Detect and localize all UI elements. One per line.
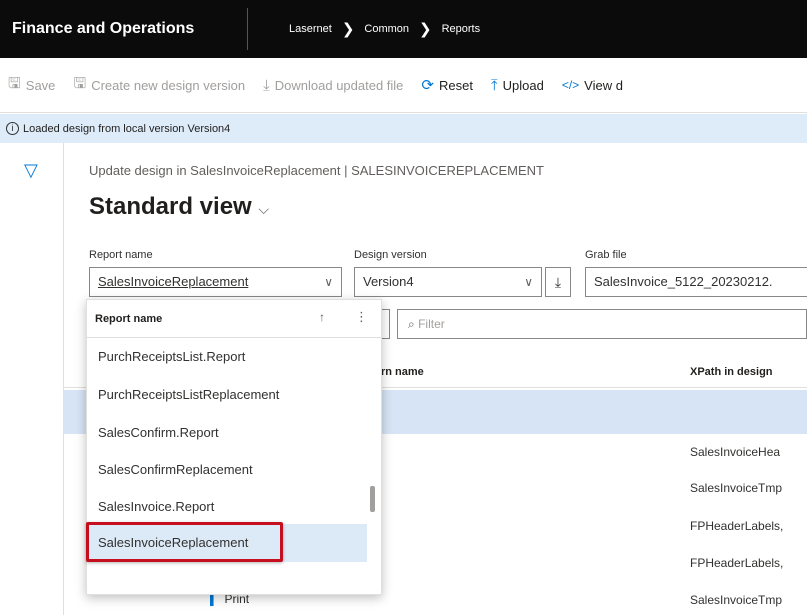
dropdown-option[interactable]: PurchReceiptsList.Report	[87, 338, 367, 376]
column-header-name[interactable]: rn name	[381, 366, 424, 378]
save-icon: 🖫	[73, 74, 87, 92]
download-version-button[interactable]: ⤓	[545, 267, 571, 297]
flag-icon: ▌	[210, 595, 218, 606]
report-name-label: Report name	[89, 249, 153, 261]
dropdown-option[interactable]: PurchReceiptsListReplacement	[87, 376, 367, 414]
design-version-label: Design version	[354, 249, 427, 261]
save-label: Save	[25, 77, 56, 93]
dropdown-scrollbar[interactable]	[370, 486, 375, 512]
page-caption: Update design in SalesInvoiceReplacement…	[89, 163, 544, 178]
view-label: View d	[584, 77, 623, 93]
more-options-icon[interactable]: ⋮	[355, 309, 368, 325]
refresh-icon: ⟳	[421, 77, 434, 94]
design-version-value: Version4	[363, 274, 414, 289]
dropdown-option[interactable]: SalesConfirmReplacement	[87, 451, 367, 489]
xpath-cell: SalesInvoiceHea	[690, 445, 781, 459]
grab-file-combobox[interactable]: SalesInvoice_5122_20230212.	[585, 267, 807, 297]
chevron-down-icon[interactable]: ∨	[524, 268, 533, 296]
download-icon: ⤓	[554, 274, 562, 290]
breadcrumb-common[interactable]: Common	[364, 23, 409, 35]
view-title: Standard view	[89, 193, 252, 220]
dropdown-column-header[interactable]: Report name	[95, 313, 162, 325]
dropdown-header: Report name ↑ ⋮	[87, 300, 381, 338]
download-icon: ⤓	[263, 76, 270, 94]
grab-file-value: SalesInvoice_5122_20230212.	[594, 274, 773, 289]
design-version-combobox[interactable]: Version4 ∨	[354, 267, 542, 297]
download-updated-file-label: Download updated file	[274, 77, 404, 93]
info-icon: i	[6, 122, 19, 135]
chevron-right-icon: ❯	[419, 21, 432, 38]
reset-label: Reset	[439, 77, 473, 93]
xpath-cell: FPHeaderLabels,	[690, 519, 784, 533]
search-icon: ⌕	[408, 317, 415, 331]
dropdown-option[interactable]: SalesInvoice.Report	[87, 488, 367, 526]
dropdown-option[interactable]: SalesConfirm.Report	[87, 414, 367, 452]
xpath-cell: SalesInvoiceTmp	[690, 593, 783, 607]
reset-button[interactable]: ⟳ Reset	[421, 76, 473, 94]
top-bar-divider	[247, 8, 248, 50]
highlight-box	[86, 522, 283, 562]
save-icon: 🖫	[8, 74, 21, 92]
top-bar: Finance and Operations Lasernet ❯ Common…	[0, 0, 807, 58]
create-design-version-button[interactable]: 🖫 Create new design version	[73, 73, 245, 98]
download-updated-file-button[interactable]: ⤓ Download updated file	[263, 77, 403, 94]
message-text: Loaded design from local version Version…	[23, 122, 231, 135]
save-button[interactable]: 🖫 Save	[8, 73, 55, 98]
upload-icon: ⤒	[490, 76, 498, 94]
report-name-combobox[interactable]: SalesInvoiceReplacement ∨	[89, 267, 342, 297]
chevron-down-icon: ⌵	[258, 201, 270, 217]
xpath-cell: FPHeaderLabels,	[690, 556, 784, 570]
grid-filter-input[interactable]: ⌕ Filter	[397, 309, 807, 339]
sort-ascending-icon[interactable]: ↑	[319, 310, 325, 324]
grab-file-label: Grab file	[585, 249, 627, 261]
column-header-xpath[interactable]: XPath in design	[690, 366, 773, 378]
chevron-right-icon: ❯	[341, 21, 355, 38]
view-selector[interactable]: Standard view ⌵	[89, 193, 269, 221]
upload-label: Upload	[502, 77, 544, 93]
chevron-down-icon[interactable]: ∨	[324, 268, 333, 296]
filter-icon[interactable]: ▽	[24, 161, 42, 179]
grid-filter-placeholder: Filter	[418, 317, 445, 331]
upload-button[interactable]: ⤒ Upload	[491, 77, 544, 94]
report-name-value: SalesInvoiceReplacement	[98, 274, 249, 289]
view-button[interactable]: </> View d	[562, 78, 623, 93]
message-bar: i Loaded design from local version Versi…	[0, 114, 807, 143]
create-design-version-label: Create new design version	[91, 77, 246, 93]
code-icon: </>	[561, 78, 580, 92]
xpath-cell: SalesInvoiceTmp	[690, 481, 783, 495]
breadcrumb-reports[interactable]: Reports	[442, 23, 481, 35]
breadcrumb-lasernet[interactable]: Lasernet	[289, 23, 332, 35]
action-toolbar: 🖫 Save 🖫 Create new design version ⤓ Dow…	[0, 58, 807, 113]
breadcrumb: Lasernet ❯ Common ❯ Reports	[289, 0, 480, 58]
app-title[interactable]: Finance and Operations	[12, 0, 194, 58]
